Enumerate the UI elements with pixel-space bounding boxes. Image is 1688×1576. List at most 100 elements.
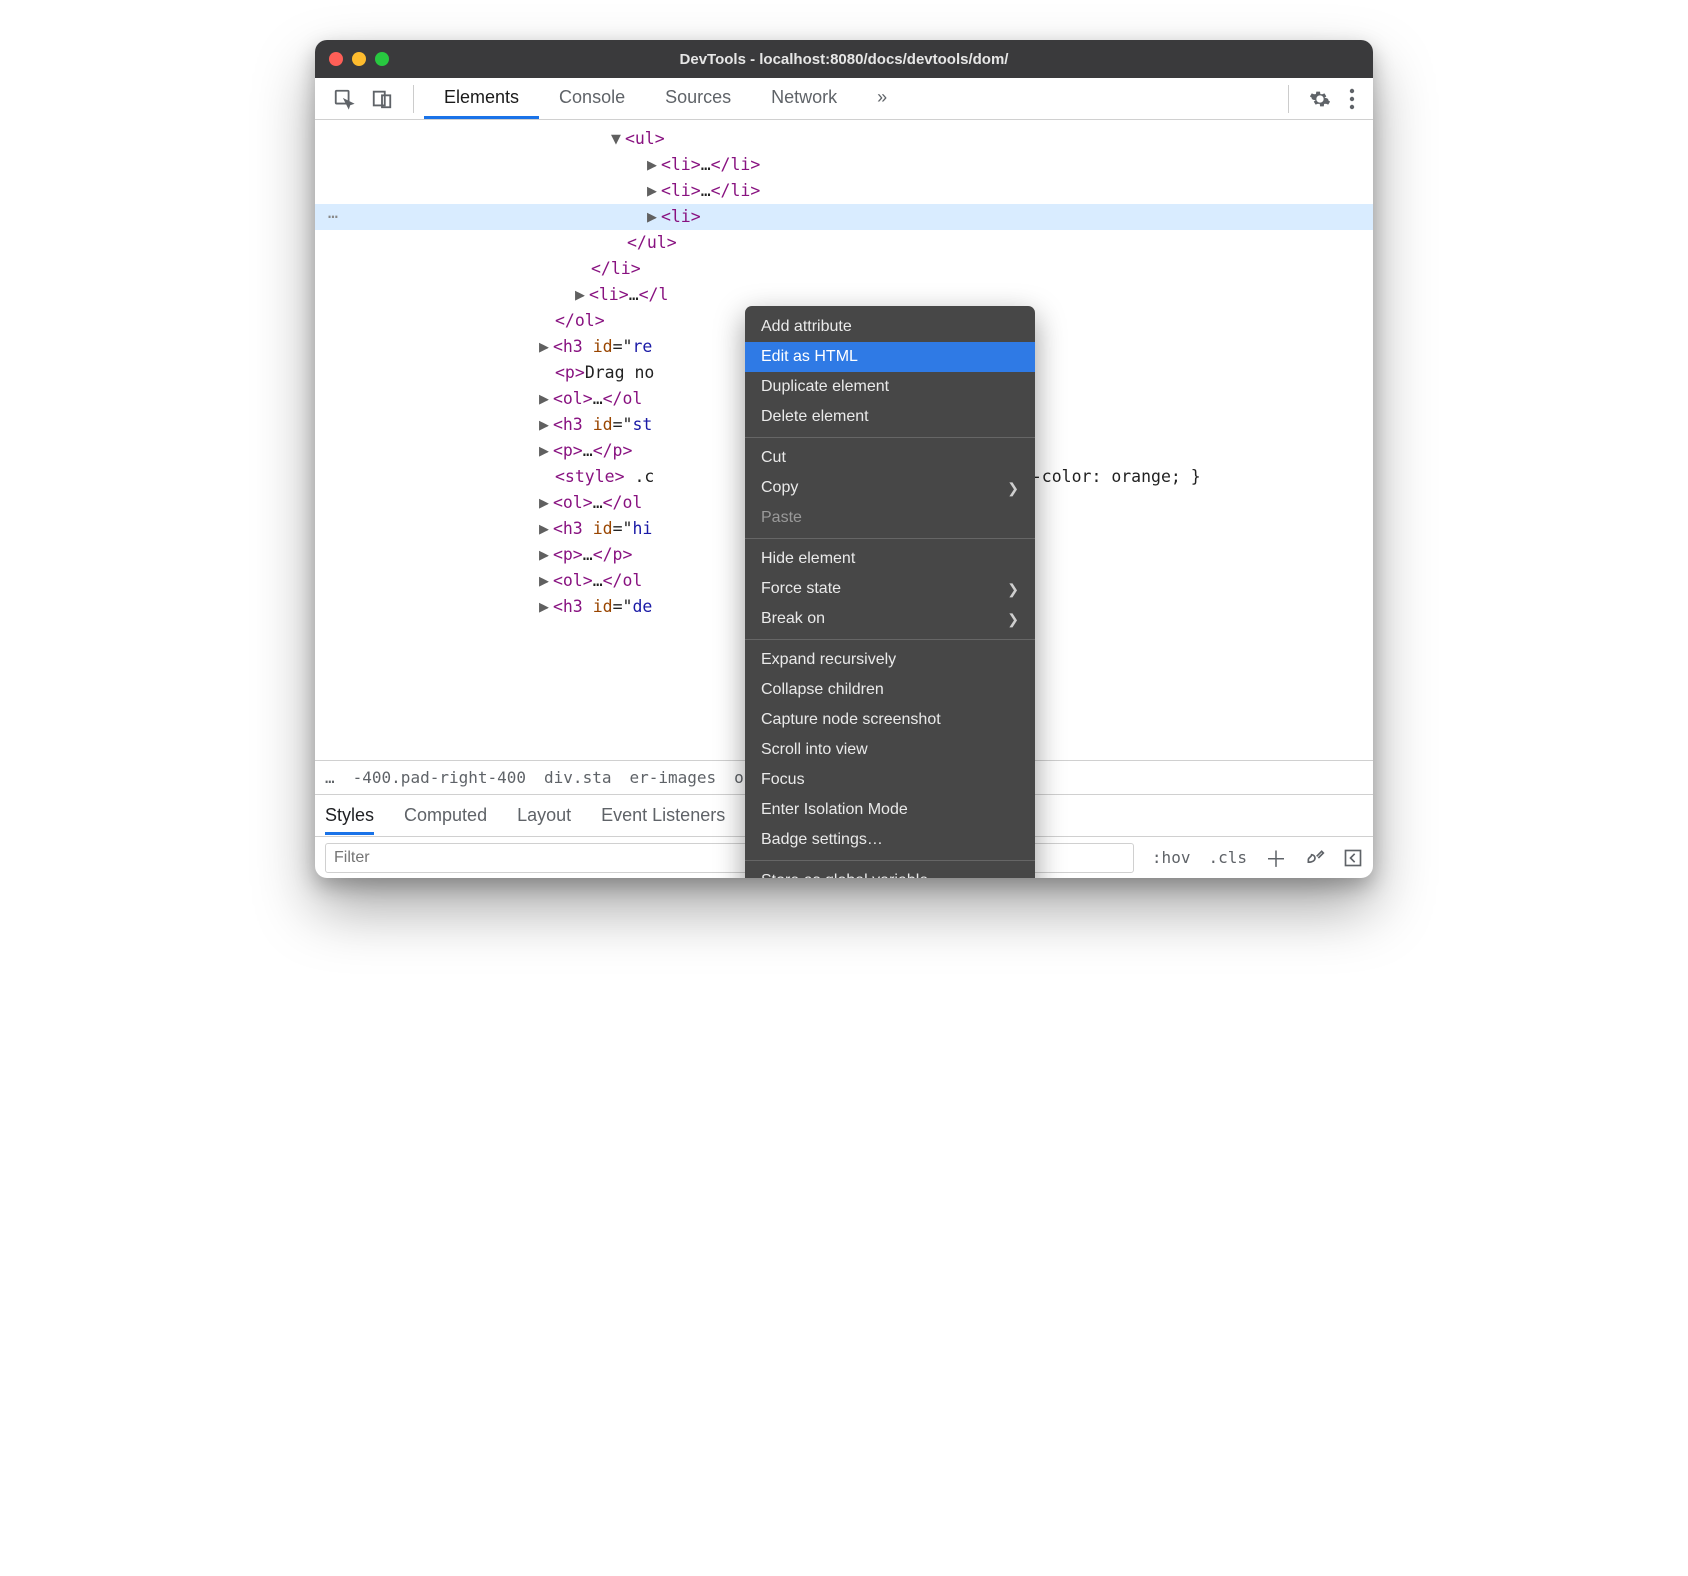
context-menu-label: Edit as HTML (761, 348, 858, 366)
kebab-menu-icon[interactable] (1349, 88, 1355, 110)
disclosure-triangle-icon[interactable]: ▶ (539, 568, 549, 594)
disclosure-triangle-icon[interactable]: ▶ (539, 438, 549, 464)
context-menu-label: Copy (761, 479, 798, 497)
computed-styles-toggle-icon[interactable] (1343, 848, 1363, 868)
dom-tree-line[interactable]: ⋯▶<li> (315, 204, 1373, 230)
traffic-lights (329, 52, 389, 66)
breadcrumb-item[interactable]: div.sta (544, 768, 611, 787)
chevron-right-icon: ❯ (1007, 581, 1019, 598)
disclosure-triangle-icon[interactable]: ▶ (539, 542, 549, 568)
context-menu-item[interactable]: Duplicate element (745, 372, 1035, 402)
dom-tree-line[interactable]: </ul> (315, 230, 1373, 256)
context-menu-item[interactable]: Cut (745, 443, 1035, 473)
disclosure-triangle-icon[interactable]: ▶ (539, 516, 549, 542)
devtools-window: DevTools - localhost:8080/docs/devtools/… (315, 40, 1373, 878)
context-menu-label: Capture node screenshot (761, 711, 941, 729)
dom-node-markup: <li>…</l (589, 282, 669, 308)
context-menu-label: Focus (761, 771, 805, 789)
node-context-menu: Add attribute Edit as HTML Duplicate eleme… (745, 306, 1035, 878)
context-menu-item[interactable]: Capture node screenshot (745, 705, 1035, 735)
dom-tree-line[interactable]: ▶<li>…</li> (315, 152, 1373, 178)
breadcrumb-item[interactable]: -400.pad-right-400 (353, 768, 526, 787)
context-menu-item[interactable]: Force state❯ (745, 574, 1035, 604)
disclosure-triangle-icon[interactable]: ▶ (539, 386, 549, 412)
sidebar-tab-styles[interactable]: Styles (325, 805, 374, 835)
settings-gear-icon[interactable] (1309, 88, 1331, 110)
context-menu-item[interactable]: Focus (745, 765, 1035, 795)
chevron-right-icon: ❯ (1007, 611, 1019, 628)
disclosure-triangle-icon[interactable]: ▶ (539, 594, 549, 620)
close-window-button[interactable] (329, 52, 343, 66)
dom-node-markup: <p>…</p> (553, 542, 633, 568)
context-menu-item[interactable]: Delete element (745, 402, 1035, 432)
dom-node-markup: <ol>…</ol (553, 568, 642, 594)
disclosure-triangle-icon[interactable]: ▶ (647, 178, 657, 204)
dom-node-markup: <ul> (625, 126, 665, 152)
context-menu-item[interactable]: Break on ❯ (745, 604, 1035, 634)
context-menu-label: Delete element (761, 408, 869, 426)
zoom-window-button[interactable] (375, 52, 389, 66)
new-style-rule-icon[interactable]: ＋ (1265, 842, 1287, 874)
context-menu-label: Add attribute (761, 318, 852, 336)
toggle-hover-button[interactable]: :hov (1152, 848, 1191, 867)
disclosure-triangle-icon[interactable]: ▶ (575, 282, 585, 308)
device-toolbar-icon[interactable] (371, 88, 393, 110)
dom-tree-line[interactable]: ▶<li>…</li> (315, 178, 1373, 204)
toolbar-separator (413, 85, 414, 113)
context-menu-item[interactable]: Enter Isolation Mode (745, 795, 1035, 825)
dom-node-markup: <ol>…</ol (553, 490, 642, 516)
context-menu-label: Badge settings… (761, 831, 883, 849)
window-title: DevTools - localhost:8080/docs/devtools/… (315, 51, 1373, 68)
context-menu-item[interactable]: Store as global variable (745, 866, 1035, 878)
disclosure-triangle-icon[interactable]: ▶ (539, 412, 549, 438)
context-menu-label: Enter Isolation Mode (761, 801, 908, 819)
titlebar: DevTools - localhost:8080/docs/devtools/… (315, 40, 1373, 78)
dom-node-markup: <li>…</li> (661, 178, 760, 204)
context-menu-item[interactable]: Badge settings… (745, 825, 1035, 855)
dom-tree-line[interactable]: ▼<ul> (315, 126, 1373, 152)
context-menu-label: Collapse children (761, 681, 884, 699)
disclosure-triangle-icon[interactable]: ▶ (647, 204, 657, 230)
tab-network[interactable]: Network (751, 78, 857, 119)
disclosure-triangle-icon[interactable]: ▼ (611, 126, 621, 152)
minimize-window-button[interactable] (352, 52, 366, 66)
dom-node-markup: <li> (661, 204, 701, 230)
breadcrumb-item[interactable]: er-images (629, 768, 716, 787)
dom-node-markup: </li> (591, 256, 641, 282)
sidebar-tab-computed[interactable]: Computed (404, 805, 487, 826)
disclosure-triangle-icon[interactable]: ▶ (539, 490, 549, 516)
context-menu-item[interactable]: Edit as HTML (745, 342, 1035, 372)
more-tabs-button[interactable]: » (857, 87, 907, 111)
sidebar-tab-event-listeners[interactable]: Event Listeners (601, 805, 725, 826)
dom-node-markup: </ul> (627, 230, 677, 256)
chevron-right-icon: ❯ (1007, 480, 1019, 497)
dom-tree-line[interactable]: </li> (315, 256, 1373, 282)
disclosure-triangle-icon[interactable]: ▶ (647, 152, 657, 178)
main-toolbar: ElementsConsoleSourcesNetwork » (315, 78, 1373, 120)
paint-brush-icon[interactable] (1305, 848, 1325, 868)
context-menu-item[interactable]: Add attribute (745, 312, 1035, 342)
breadcrumb-item[interactable]: … (325, 768, 335, 787)
context-menu-item[interactable]: Expand recursively (745, 645, 1035, 675)
inspect-element-icon[interactable] (333, 88, 355, 110)
context-menu-label: Paste (761, 509, 802, 527)
context-menu-item[interactable]: Copy ❯ (745, 473, 1035, 503)
context-menu-label: Store as global variable (761, 872, 928, 878)
disclosure-triangle-icon[interactable]: ▶ (539, 334, 549, 360)
dom-node-markup: <ol>…</ol (553, 386, 642, 412)
dom-tree-line[interactable]: ▶<li>…</l (315, 282, 1373, 308)
tab-sources[interactable]: Sources (645, 78, 751, 119)
context-menu-label: Scroll into view (761, 741, 868, 759)
context-menu-label: Break on (761, 610, 825, 628)
panel-tabs: ElementsConsoleSourcesNetwork (424, 78, 857, 119)
dom-node-markup: <p>…</p> (553, 438, 633, 464)
sidebar-tab-layout[interactable]: Layout (517, 805, 571, 826)
context-menu-item[interactable]: Hide element (745, 544, 1035, 574)
tab-console[interactable]: Console (539, 78, 645, 119)
toggle-classes-button[interactable]: .cls (1208, 848, 1247, 867)
context-menu-label: Expand recursively (761, 651, 896, 669)
context-menu-item[interactable]: Scroll into view (745, 735, 1035, 765)
tab-elements[interactable]: Elements (424, 78, 539, 119)
context-menu-item: Paste (745, 503, 1035, 533)
context-menu-item[interactable]: Collapse children (745, 675, 1035, 705)
